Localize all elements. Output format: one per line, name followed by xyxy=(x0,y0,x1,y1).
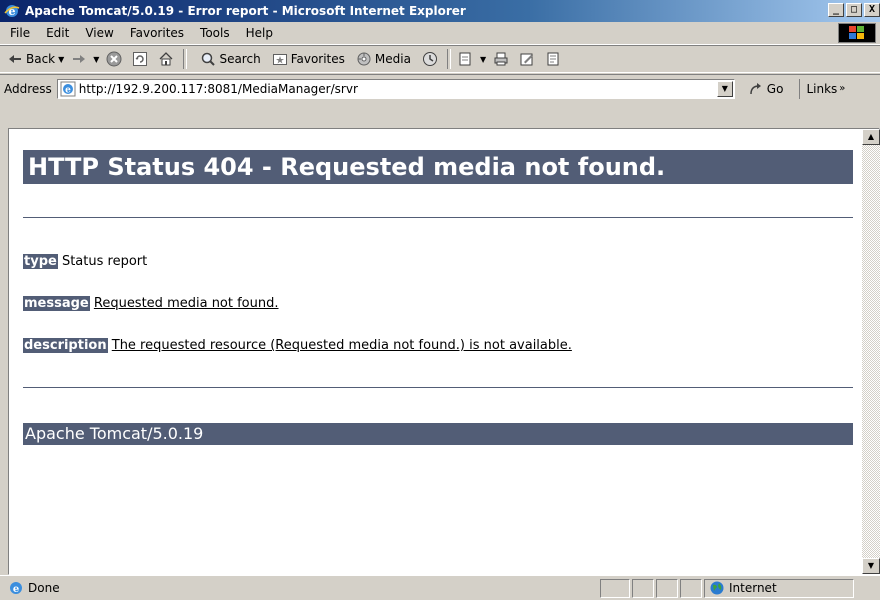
description-label: description xyxy=(23,338,108,353)
status-bar: e Done Internet xyxy=(0,575,880,600)
forward-button[interactable]: ▼ xyxy=(70,50,99,68)
message-row: message Requested media not found. xyxy=(23,296,279,311)
home-icon xyxy=(157,50,175,68)
forward-arrow-icon xyxy=(70,50,88,68)
links-label: Links xyxy=(806,81,838,96)
edit-button[interactable] xyxy=(518,50,538,68)
scroll-down-button[interactable]: ▼ xyxy=(862,558,880,574)
toolbar-separator xyxy=(183,49,188,69)
go-arrow-icon xyxy=(747,80,765,98)
message-value: Requested media not found. xyxy=(93,296,279,311)
back-button[interactable]: Back ▼ xyxy=(6,50,64,68)
page-icon: e xyxy=(60,81,76,97)
mail-button[interactable]: ▼ xyxy=(457,50,486,68)
scroll-up-button[interactable]: ▲ xyxy=(862,129,880,145)
menu-bar: File Edit View Favorites Tools Help xyxy=(0,22,880,45)
status-panel xyxy=(632,578,654,598)
favorites-button[interactable]: Favorites xyxy=(271,50,345,68)
menu-view[interactable]: View xyxy=(77,26,121,40)
refresh-button[interactable] xyxy=(131,50,151,68)
address-dropdown-icon[interactable]: ▼ xyxy=(716,80,733,97)
window-title: Apache Tomcat/5.0.19 - Error report - Mi… xyxy=(25,4,466,18)
go-label: Go xyxy=(766,81,784,96)
search-icon xyxy=(199,50,217,68)
back-arrow-icon xyxy=(6,50,24,68)
mail-dropdown-icon[interactable]: ▼ xyxy=(480,55,486,64)
svg-text:e: e xyxy=(65,85,71,95)
menu-edit[interactable]: Edit xyxy=(38,26,77,40)
page-content: HTTP Status 404 - Requested media not fo… xyxy=(9,129,862,574)
description-row: description The requested resource (Requ… xyxy=(23,338,572,353)
vertical-scrollbar[interactable]: ▲ ▼ xyxy=(862,129,880,574)
title-bar[interactable]: e Apache Tomcat/5.0.19 - Error report - … xyxy=(0,0,880,22)
status-panel xyxy=(600,578,630,598)
search-label: Search xyxy=(219,52,261,66)
svg-text:e: e xyxy=(13,584,19,595)
window-controls: _ □ X xyxy=(828,3,880,17)
divider xyxy=(23,217,853,218)
go-button[interactable]: Go xyxy=(747,80,784,98)
back-label: Back xyxy=(26,52,56,66)
history-button[interactable] xyxy=(421,50,441,68)
menu-help[interactable]: Help xyxy=(238,26,281,40)
menu-favorites[interactable]: Favorites xyxy=(122,26,192,40)
status-panel xyxy=(680,578,702,598)
menu-tools[interactable]: Tools xyxy=(192,26,238,40)
page-heading: HTTP Status 404 - Requested media not fo… xyxy=(23,150,853,184)
discuss-button[interactable] xyxy=(544,50,564,68)
type-row: type Status report xyxy=(23,254,147,269)
address-bar: Address e http://192.9.200.117:8081/Medi… xyxy=(0,74,880,102)
edit-page-icon xyxy=(518,50,536,68)
refresh-icon xyxy=(131,50,149,68)
links-button[interactable]: Links » xyxy=(799,78,846,99)
toolbar-separator xyxy=(446,49,451,69)
zone-label: Internet xyxy=(729,581,777,595)
discuss-icon xyxy=(544,50,562,68)
server-footer: Apache Tomcat/5.0.19 xyxy=(23,423,853,445)
address-input[interactable]: e http://192.9.200.117:8081/MediaManager… xyxy=(56,78,735,99)
security-zone-panel: Internet xyxy=(704,578,854,598)
media-label: Media xyxy=(374,52,411,66)
favorites-label: Favorites xyxy=(290,52,345,66)
close-button[interactable]: X xyxy=(864,3,880,17)
stop-button[interactable] xyxy=(105,50,125,68)
type-label: type xyxy=(23,254,58,269)
browser-window: e Apache Tomcat/5.0.19 - Error report - … xyxy=(0,0,880,600)
maximize-button[interactable]: □ xyxy=(846,3,862,17)
printer-icon xyxy=(492,50,510,68)
status-panel xyxy=(656,578,678,598)
favorites-icon xyxy=(271,50,289,68)
mail-icon xyxy=(457,50,475,68)
media-icon xyxy=(355,50,373,68)
standard-toolbar: Back ▼ ▼ Search Favorites Media ▼ xyxy=(0,45,880,73)
back-dropdown-icon[interactable]: ▼ xyxy=(58,55,64,64)
chevron-right-icon: » xyxy=(839,83,846,94)
ie-logo-icon: e xyxy=(4,3,20,19)
globe-icon xyxy=(709,580,725,596)
menu-file[interactable]: File xyxy=(0,26,38,40)
type-value: Status report xyxy=(61,254,148,269)
search-button[interactable]: Search xyxy=(199,50,261,68)
description-value: The requested resource (Requested media … xyxy=(111,338,572,353)
windows-logo-icon xyxy=(838,23,876,43)
print-button[interactable] xyxy=(492,50,512,68)
home-button[interactable] xyxy=(157,50,177,68)
forward-dropdown-icon[interactable]: ▼ xyxy=(93,55,99,64)
minimize-button[interactable]: _ xyxy=(828,3,844,17)
history-icon xyxy=(421,50,439,68)
stop-icon xyxy=(105,50,123,68)
divider xyxy=(23,387,853,388)
status-text: Done xyxy=(28,581,60,595)
media-button[interactable]: Media xyxy=(355,50,411,68)
status-text-panel: Done xyxy=(28,579,598,598)
message-label: message xyxy=(23,296,90,311)
address-url: http://192.9.200.117:8081/MediaManager/s… xyxy=(78,81,358,96)
status-page-icon: e xyxy=(8,580,24,596)
address-label: Address xyxy=(4,81,52,96)
